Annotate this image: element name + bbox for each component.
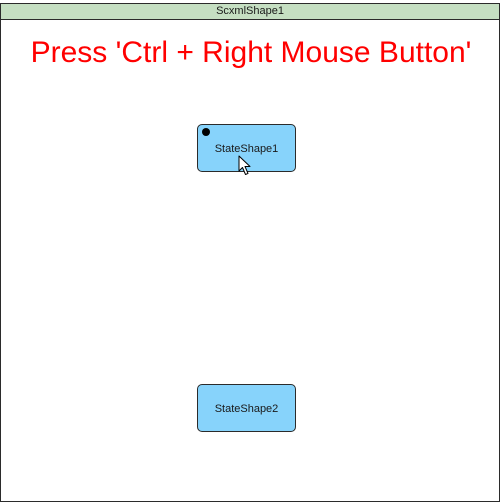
instruction-text: Press 'Ctrl + Right Mouse Button' (30, 36, 472, 69)
state-shape-1[interactable]: StateShape1 (197, 124, 296, 172)
state-shape-1-label: StateShape1 (214, 143, 279, 155)
state-shape-2[interactable]: StateShape2 (197, 384, 296, 432)
scxml-shape-title[interactable]: ScxmlShape1 (1, 4, 499, 20)
initial-state-marker-icon (202, 128, 210, 136)
state-shape-2-label: StateShape2 (214, 403, 279, 415)
